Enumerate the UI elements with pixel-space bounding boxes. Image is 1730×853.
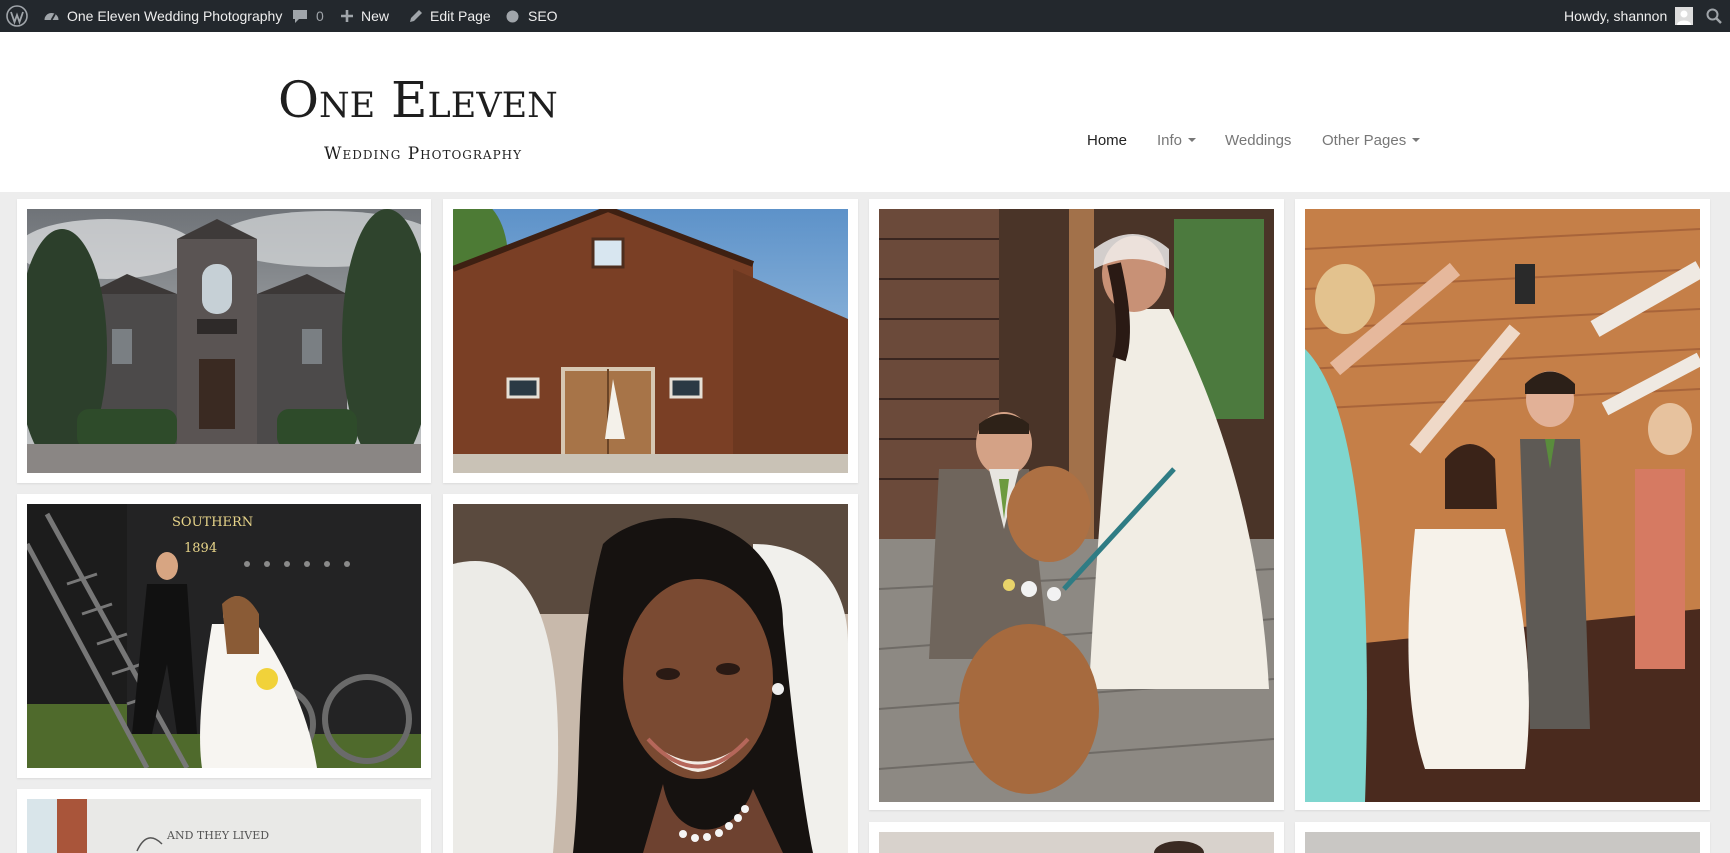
- nav-other-pages-label: Other Pages: [1322, 131, 1407, 149]
- nav-weddings[interactable]: Weddings: [1225, 129, 1291, 151]
- caret-down-icon: [1188, 138, 1197, 142]
- bride-portrait-photo[interactable]: [453, 504, 848, 853]
- gallery-item[interactable]: [443, 494, 858, 853]
- gallery-item[interactable]: [869, 822, 1284, 853]
- logo-line1: One Eleven: [278, 71, 558, 129]
- logo-line2: Wedding Photography: [324, 144, 523, 164]
- my-account-link[interactable]: Howdy, shannon: [1564, 0, 1694, 32]
- caret-down-icon: [1412, 138, 1421, 142]
- site-header: One Eleven Wedding Photography Home Info…: [0, 32, 1730, 192]
- comments-link[interactable]: 0: [292, 0, 324, 32]
- sign-text: AND THEY LIVED: [166, 829, 269, 842]
- nav-home[interactable]: Home: [1087, 129, 1127, 151]
- seo-label: SEO: [528, 8, 558, 24]
- sparkler-exit-photo[interactable]: [1305, 209, 1700, 802]
- gallery-item[interactable]: [17, 199, 431, 483]
- edit-page-label: Edit Page: [430, 8, 491, 24]
- nav-info[interactable]: Info: [1157, 129, 1197, 151]
- seo-link[interactable]: SEO: [506, 0, 558, 32]
- nav-other-pages[interactable]: Other Pages: [1322, 129, 1421, 151]
- sign-photo[interactable]: AND THEY LIVED: [27, 799, 421, 853]
- castle-venue-photo[interactable]: [27, 209, 421, 473]
- edit-page-link[interactable]: Edit Page: [408, 0, 491, 32]
- train-couple-photo[interactable]: SOUTHERN 1894: [27, 504, 421, 768]
- dashboard-icon: [43, 8, 60, 25]
- new-content-link[interactable]: New: [340, 0, 389, 32]
- gallery-item[interactable]: AND THEY LIVED: [17, 789, 431, 853]
- site-name-link[interactable]: One Eleven Wedding Photography: [43, 0, 282, 32]
- train-text-southern: SOUTHERN: [172, 515, 253, 530]
- nav-weddings-label: Weddings: [1225, 131, 1292, 149]
- gallery-item[interactable]: [1295, 822, 1710, 853]
- avatar-icon: [1675, 7, 1694, 25]
- pencil-icon: [408, 9, 423, 24]
- partial-photo-1[interactable]: [879, 832, 1274, 853]
- site-logo[interactable]: One Eleven Wedding Photography: [278, 70, 582, 166]
- site-name: One Eleven Wedding Photography: [67, 8, 283, 24]
- barn-dress-photo[interactable]: [453, 209, 848, 473]
- nav-home-label: Home: [1087, 131, 1128, 149]
- nav-info-label: Info: [1157, 131, 1183, 149]
- gallery-item[interactable]: SOUTHERN 1894: [17, 494, 431, 778]
- gallery-item[interactable]: [1295, 199, 1710, 810]
- wordpress-icon[interactable]: [6, 0, 30, 32]
- admin-bar: One Eleven Wedding Photography 0 New Edi…: [0, 0, 1730, 32]
- seo-dot-icon: [506, 10, 519, 23]
- plus-icon: [340, 9, 354, 23]
- new-label: New: [361, 8, 390, 24]
- comment-icon: [292, 8, 308, 24]
- gallery-item[interactable]: [869, 199, 1284, 810]
- gallery-item[interactable]: [443, 199, 858, 483]
- partial-photo-2[interactable]: [1305, 832, 1700, 853]
- couple-dog-photo[interactable]: [879, 209, 1274, 802]
- greeting: Howdy, shannon: [1564, 8, 1668, 24]
- train-text-year: 1894: [184, 541, 217, 556]
- comments-count: 0: [316, 8, 324, 24]
- search-icon[interactable]: [1706, 0, 1722, 32]
